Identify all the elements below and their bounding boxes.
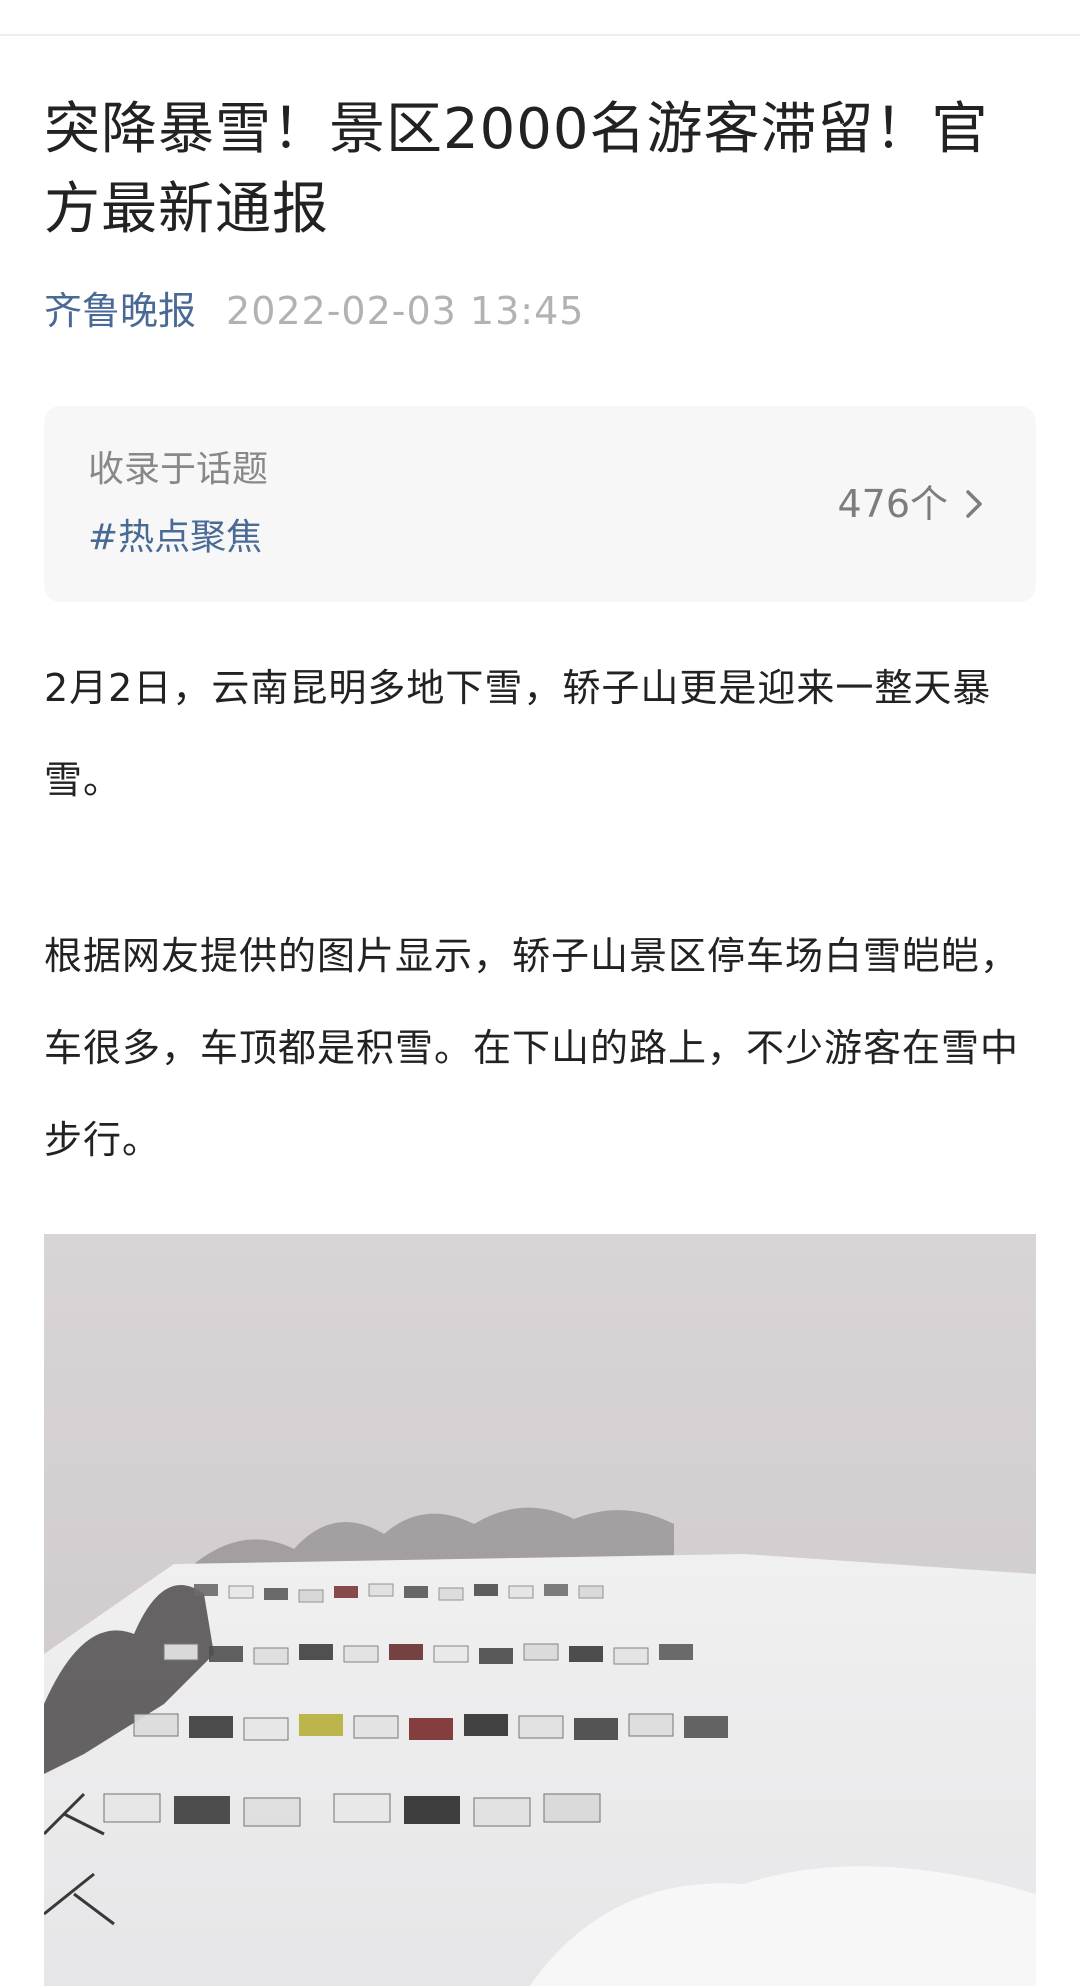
top-bar — [0, 0, 1080, 36]
chevron-right-icon — [966, 490, 982, 518]
article-page: 突降暴雪！景区2000名游客滞留！官方最新通报 齐鲁晚报 2022-02-03 … — [0, 0, 1080, 1986]
article-title: 突降暴雪！景区2000名游客滞留！官方最新通报 — [44, 97, 989, 242]
publish-date: 2022-02-03 13:45 — [226, 289, 585, 333]
article-content: 突降暴雪！景区2000名游客滞留！官方最新通报 齐鲁晚报 2022-02-03 … — [44, 90, 1036, 1986]
topic-card[interactable]: 收录于话题 #热点聚焦 476个 — [44, 406, 1036, 602]
article-meta: 齐鲁晚报 2022-02-03 13:45 — [44, 286, 1036, 336]
source-link[interactable]: 齐鲁晚报 — [44, 286, 196, 336]
topic-count: 476个 — [837, 482, 948, 526]
body-paragraph-2: 根据网友提供的图片显示，轿子山景区停车场白雪皑皑，车很多，车顶都是积雪。在下山的… — [44, 934, 1020, 1162]
body-paragraph-1: 2月2日，云南昆明多地下雪，轿子山更是迎来一整天暴雪。 — [44, 666, 992, 802]
topic-count-link[interactable]: 476个 — [837, 480, 992, 528]
snowy-parking-lot-photo — [44, 1234, 1036, 1986]
